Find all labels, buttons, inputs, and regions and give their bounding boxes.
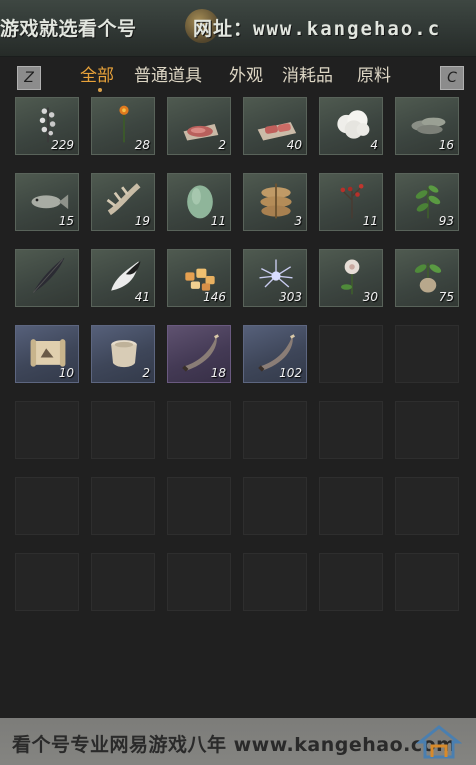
inventory-slot[interactable]: 75: [395, 249, 459, 307]
banner-url-label: 网址：: [193, 18, 254, 40]
inventory-slot[interactable]: 102: [243, 325, 307, 383]
next-tab-key-hint[interactable]: C: [440, 66, 464, 90]
inventory-slot[interactable]: 16: [395, 97, 459, 155]
item-quantity: 4: [370, 138, 378, 152]
house-logo-icon: [416, 725, 462, 759]
empty-inventory-slot[interactable]: [319, 325, 383, 383]
watermark-banner: 游戏就选看个号 网址：www.kangehao.c: [0, 0, 476, 57]
item-quantity: 41: [134, 290, 150, 304]
watermark-footer: 看个号专业网易游戏八年 www.kangehao.com: [0, 718, 476, 765]
inventory-slot[interactable]: [15, 249, 79, 307]
inventory-slot[interactable]: 2: [91, 325, 155, 383]
empty-inventory-slot[interactable]: [167, 553, 231, 611]
inventory-slot[interactable]: 93: [395, 173, 459, 231]
item-quantity: 10: [58, 366, 74, 380]
inventory-slot[interactable]: 2: [167, 97, 231, 155]
inventory-slot[interactable]: 15: [15, 173, 79, 231]
inventory-slot[interactable]: 229: [15, 97, 79, 155]
inventory-slot[interactable]: 19: [91, 173, 155, 231]
banner-url: 网址：www.kangehao.c: [193, 14, 441, 44]
tab-appearance[interactable]: 外观: [229, 62, 263, 90]
empty-inventory-slot[interactable]: [319, 477, 383, 535]
item-quantity: 2: [142, 366, 150, 380]
item-quantity: 75: [438, 290, 454, 304]
empty-inventory-slot[interactable]: [319, 553, 383, 611]
item-quantity: 3: [294, 214, 302, 228]
empty-inventory-slot[interactable]: [167, 477, 231, 535]
inventory-slot[interactable]: 146: [167, 249, 231, 307]
banner-slogan: 游戏就选看个号: [0, 18, 137, 40]
cotton-ball-icon: [337, 110, 370, 139]
item-quantity: 30: [362, 290, 378, 304]
empty-inventory-slot[interactable]: [395, 401, 459, 459]
prev-tab-key-hint[interactable]: Z: [17, 66, 41, 90]
empty-inventory-slot[interactable]: [167, 401, 231, 459]
inventory-slot[interactable]: 18: [167, 325, 231, 383]
inventory-slot[interactable]: 40: [243, 97, 307, 155]
tab-materials[interactable]: 原料: [357, 62, 391, 90]
tab-normal-items[interactable]: 普通道具: [134, 62, 202, 90]
empty-inventory-slot[interactable]: [91, 477, 155, 535]
empty-inventory-slot[interactable]: [243, 401, 307, 459]
inventory-slot[interactable]: 11: [167, 173, 231, 231]
black-feather-icon: [32, 257, 65, 293]
inventory-grid: 229 28 2 40 4 16 15 19 11 3 11 93 41 146 303 30 75 10 2 18 1…: [15, 97, 462, 613]
empty-inventory-slot[interactable]: [91, 401, 155, 459]
inventory-slot[interactable]: 41: [91, 249, 155, 307]
empty-inventory-slot[interactable]: [91, 553, 155, 611]
item-quantity: 303: [279, 290, 302, 304]
item-quantity: 102: [279, 366, 302, 380]
raw-meat-icon: [183, 124, 219, 141]
category-tab-bar: Z 全部 普通道具 外观 消耗品 原料 C: [0, 58, 476, 94]
item-quantity: 18: [210, 366, 226, 380]
item-quantity: 93: [438, 214, 454, 228]
inventory-slot[interactable]: 4: [319, 97, 383, 155]
item-quantity: 40: [286, 138, 302, 152]
item-quantity: 28: [134, 138, 150, 152]
empty-inventory-slot[interactable]: [243, 553, 307, 611]
empty-inventory-slot[interactable]: [395, 553, 459, 611]
inventory-slot[interactable]: 11: [319, 173, 383, 231]
empty-inventory-slot[interactable]: [395, 477, 459, 535]
inventory-slot[interactable]: 28: [91, 97, 155, 155]
item-quantity: 146: [203, 290, 226, 304]
empty-inventory-slot[interactable]: [15, 477, 79, 535]
item-quantity: 2: [218, 138, 226, 152]
item-quantity: 11: [362, 214, 378, 228]
footer-text: 看个号专业网易游戏八年 www.kangehao.com: [12, 734, 457, 756]
grain-sack-icon: [260, 183, 292, 219]
item-quantity: 16: [438, 138, 454, 152]
item-quantity: 19: [134, 214, 150, 228]
tab-all[interactable]: 全部: [80, 62, 114, 90]
jar-icon: [111, 340, 137, 368]
item-quantity: 229: [51, 138, 74, 152]
inventory-slot[interactable]: 3: [243, 173, 307, 231]
banner-url-site: www.kangehao.c: [253, 18, 442, 40]
empty-inventory-slot[interactable]: [395, 325, 459, 383]
inventory-slot[interactable]: 30: [319, 249, 383, 307]
inventory-slot[interactable]: 10: [15, 325, 79, 383]
item-quantity: 15: [58, 214, 74, 228]
active-tab-indicator: [98, 88, 102, 92]
empty-inventory-slot[interactable]: [319, 401, 383, 459]
empty-inventory-slot[interactable]: [15, 553, 79, 611]
tab-consumables[interactable]: 消耗品: [282, 62, 333, 90]
empty-inventory-slot[interactable]: [15, 401, 79, 459]
item-quantity: 11: [210, 214, 226, 228]
empty-inventory-slot[interactable]: [243, 477, 307, 535]
inventory-slot[interactable]: 303: [243, 249, 307, 307]
